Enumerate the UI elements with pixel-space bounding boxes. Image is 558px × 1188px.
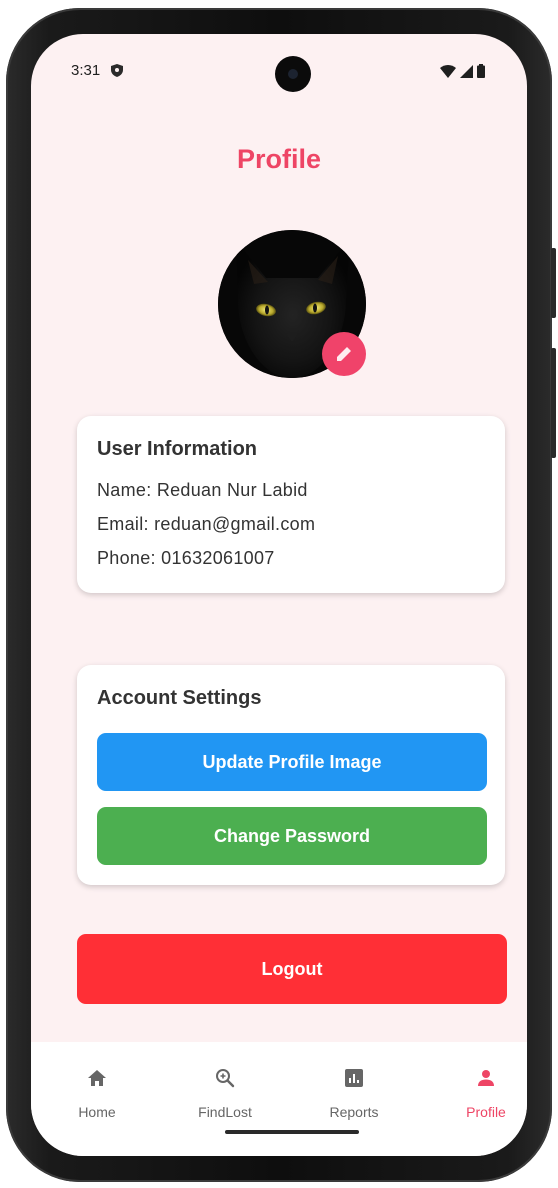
status-time: 3:31 (71, 62, 101, 79)
search-icon (216, 1069, 235, 1088)
nav-label-reports: Reports (329, 1104, 379, 1120)
bottom-navigation: Home FindLost Reports Profile (31, 1042, 527, 1156)
nav-item-reports[interactable]: Reports (309, 1066, 399, 1120)
front-camera (275, 56, 311, 92)
screen: 3:31 Profile User Information Name: Redu… (31, 34, 527, 1156)
home-icon (88, 1070, 106, 1086)
power-button (551, 348, 556, 458)
user-phone: Phone: 01632061007 (97, 548, 275, 568)
page-title: Profile (236, 144, 322, 174)
user-name: Name: Reduan Nur Labid (97, 480, 308, 500)
edit-icon (337, 347, 351, 361)
avatar-container (218, 230, 366, 378)
edit-avatar-button[interactable] (322, 332, 366, 376)
logout-button[interactable]: Logout (77, 934, 507, 1004)
status-icons (440, 64, 485, 78)
nav-label-home: Home (78, 1104, 116, 1120)
shield-icon (111, 64, 123, 77)
home-indicator[interactable] (225, 1130, 359, 1134)
nav-label-profile: Profile (466, 1104, 506, 1120)
person-icon (478, 1070, 494, 1086)
nav-label-findlost: FindLost (198, 1104, 252, 1120)
volume-button (551, 248, 556, 318)
change-password-button[interactable]: Change Password (97, 807, 487, 865)
signal-icon (460, 64, 473, 78)
user-information-card: User Information Name: Reduan Nur Labid … (77, 416, 505, 593)
nav-item-findlost[interactable]: FindLost (180, 1066, 270, 1120)
bar-chart-icon (345, 1069, 363, 1087)
status-bar: 3:31 (31, 34, 527, 104)
account-settings-title: Account Settings (97, 687, 262, 709)
user-information-title: User Information (97, 438, 258, 460)
update-profile-image-button[interactable]: Update Profile Image (97, 733, 487, 791)
account-settings-card: Account Settings Update Profile Image Ch… (77, 665, 505, 885)
wifi-icon (440, 64, 456, 78)
user-email: Email: reduan@gmail.com (97, 514, 316, 534)
battery-icon (477, 64, 485, 78)
nav-item-profile[interactable]: Profile (441, 1066, 527, 1120)
nav-item-home[interactable]: Home (52, 1066, 142, 1120)
phone-frame: 3:31 Profile User Information Name: Redu… (6, 8, 556, 1182)
